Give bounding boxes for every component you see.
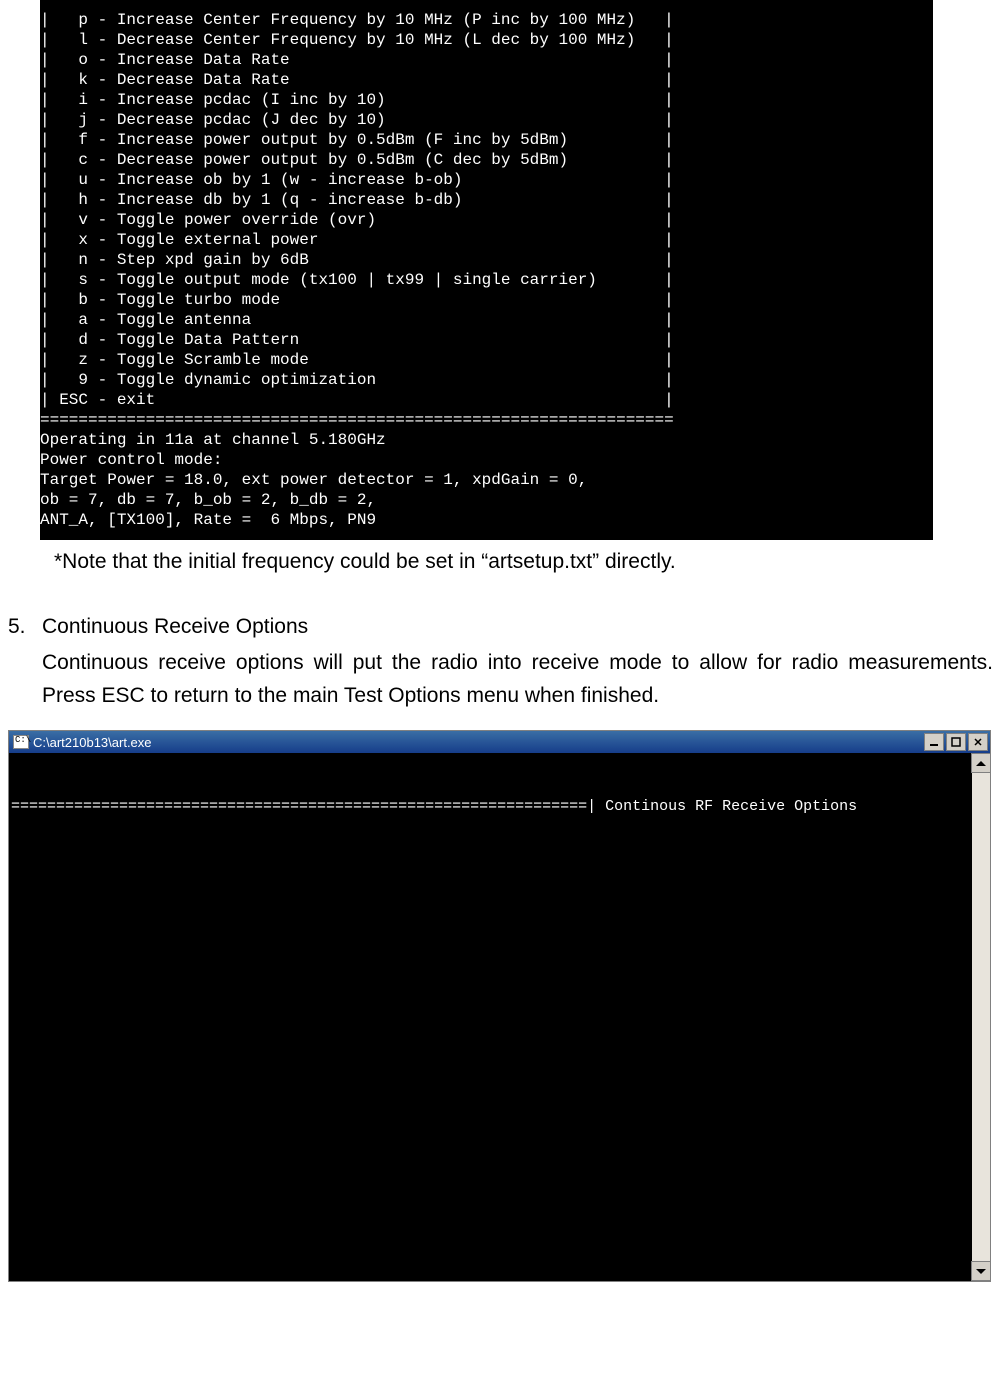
scrollbar[interactable] [972,753,990,1281]
terminal-line: | 9 - Toggle dynamic optimization | [40,370,933,390]
terminal-line: | z - Toggle Scramble mode | [40,350,933,370]
terminal-output-transmit: | p - Increase Center Frequency by 10 MH… [40,0,933,540]
terminal-line: | u - Increase ob by 1 (w - increase b-o… [40,170,933,190]
cmd-icon [13,735,29,749]
window-buttons [924,733,988,751]
terminal-line: ob = 7, db = 7, b_ob = 2, b_db = 2, [40,490,933,510]
terminal-line: | Continous RF Receive Options | [587,798,990,815]
terminal-line: | v - Toggle power override (ovr) | [40,210,933,230]
terminal-line: ========================================… [40,410,933,430]
terminal-line: | b - Toggle turbo mode | [40,290,933,310]
triangle-up-icon [976,761,986,766]
section-number: 5. [8,615,26,639]
window-title-text: C:\art210b13\art.exe [33,735,152,750]
maximize-button[interactable] [946,733,966,751]
window-titlebar: C:\art210b13\art.exe [9,731,990,753]
section-body: Continuous receive options will put the … [42,647,993,712]
terminal-line: | j - Decrease pcdac (J dec by 10) | [40,110,933,130]
terminal-line: ANT_A, [TX100], Rate = 6 Mbps, PN9 [40,510,933,530]
terminal-line: | o - Increase Data Rate | [40,50,933,70]
terminal-line: | p - Increase Center Frequency by 10 MH… [40,10,933,30]
window-title: C:\art210b13\art.exe [11,735,152,750]
scroll-down-button[interactable] [971,1261,990,1281]
scroll-track[interactable] [972,773,990,1261]
section-heading: Continuous Receive Options [42,615,993,639]
terminal-line: Target Power = 18.0, ext power detector … [40,470,933,490]
terminal-line: | x - Toggle external power | [40,230,933,250]
terminal-line: | l - Decrease Center Frequency by 10 MH… [40,30,933,50]
terminal-line: | n - Step xpd gain by 6dB | [40,250,933,270]
terminal-line: | f - Increase power output by 0.5dBm (F… [40,130,933,150]
console-window: C:\art210b13\art.exe ===================… [8,730,991,1282]
terminal-output-receive: ========================================… [9,753,990,1281]
minimize-button[interactable] [924,733,944,751]
terminal-line: | c - Decrease power output by 0.5dBm (C… [40,150,933,170]
terminal-line: | s - Toggle output mode (tx100 | tx99 |… [40,270,933,290]
terminal-line: | i - Increase pcdac (I inc by 10) | [40,90,933,110]
terminal-line: | d - Toggle Data Pattern | [40,330,933,350]
terminal-line: ========================================… [11,798,587,815]
terminal-line: Power control mode: [40,450,933,470]
terminal-line: | a - Toggle antenna | [40,310,933,330]
terminal-line: Operating in 11a at channel 5.180GHz [40,430,933,450]
scroll-up-button[interactable] [971,753,990,773]
terminal-line: | h - Increase db by 1 (q - increase b-d… [40,190,933,210]
note-text: *Note that the initial frequency could b… [54,548,993,575]
terminal-line: | ESC - exit | [40,390,933,410]
triangle-down-icon [976,1269,986,1274]
close-button[interactable] [968,733,988,751]
terminal-line: | k - Decrease Data Rate | [40,70,933,90]
